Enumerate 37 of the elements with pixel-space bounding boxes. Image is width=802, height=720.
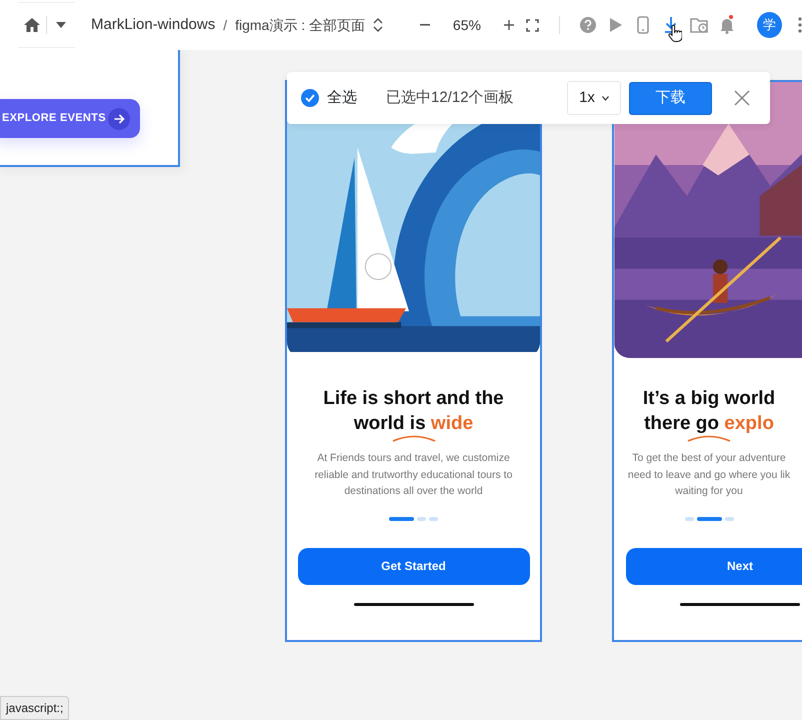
page-name[interactable]: figma演示 : 全部页面 — [235, 14, 366, 36]
download-button[interactable]: 下载 — [629, 82, 712, 114]
help-icon — [578, 16, 597, 34]
description: At Friends tours and travel, we customize reliable and trutworthy educational tours to destinations all over the world — [314, 451, 514, 499]
close-icon — [734, 90, 750, 106]
select-all-checkbox[interactable] — [301, 89, 319, 107]
scale-select[interactable]: 1x — [567, 81, 621, 115]
headline: there go explo — [643, 412, 775, 436]
check-icon — [305, 94, 315, 102]
description: To get the best of your adventure need to leave and go where you lik waiting for you — [626, 451, 792, 499]
status-tooltip: javascript:; — [0, 696, 70, 720]
minus-icon — [420, 24, 430, 26]
bell-icon — [718, 16, 736, 34]
select-all-label[interactable]: 全选 — [327, 86, 357, 110]
explore-events-button[interactable]: EXPLORE EVENTS — [0, 99, 140, 138]
selection-status: 已选中12/12个画板 — [386, 88, 514, 108]
home-icon — [23, 17, 41, 33]
primary-button[interactable]: Next — [626, 548, 802, 584]
primary-button[interactable]: Get Started — [298, 548, 530, 584]
headline: Life is short and the — [322, 387, 505, 411]
headline: world is wide — [352, 412, 474, 436]
headline: It’s a big world — [642, 387, 776, 411]
more-icon[interactable] — [798, 17, 802, 33]
project-name[interactable]: MarkLion-windows — [91, 14, 216, 36]
user-avatar[interactable]: 学 — [757, 12, 782, 38]
zoom-level: 65% — [452, 16, 481, 34]
folder-clock-icon — [690, 16, 708, 34]
swoosh-underline — [390, 434, 436, 442]
breadcrumb-separator: / — [223, 16, 228, 34]
plus-icon — [504, 20, 514, 30]
fullscreen-icon — [526, 18, 540, 32]
caret-down-icon — [56, 22, 66, 28]
arrow-right-icon — [108, 108, 130, 130]
chevron-updown-icon[interactable] — [373, 18, 384, 32]
hand-cursor-icon — [668, 25, 682, 43]
swoosh-underline — [686, 434, 732, 442]
chevron-down-icon — [602, 96, 609, 100]
